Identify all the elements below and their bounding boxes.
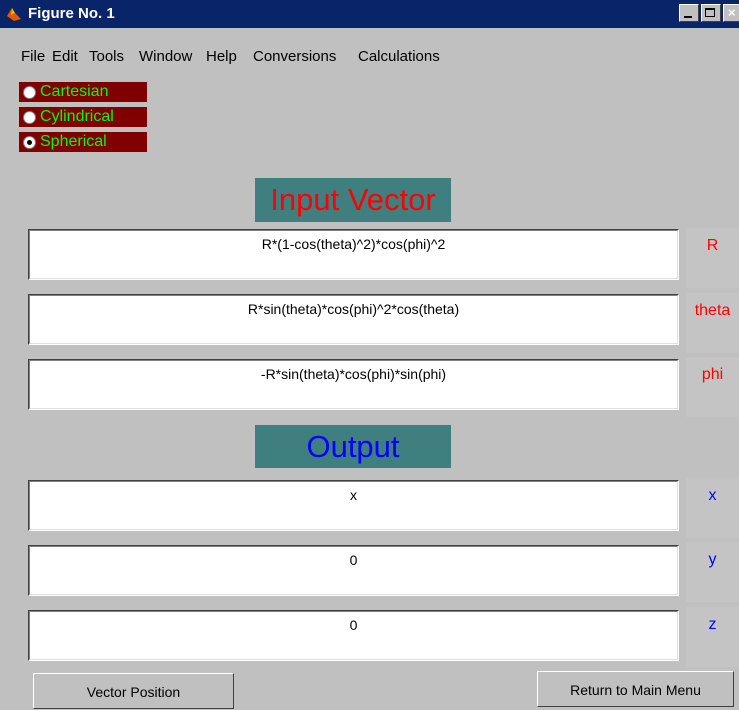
menu-help[interactable]: Help — [206, 48, 237, 65]
radio-spherical[interactable]: Spherical — [19, 132, 147, 152]
radio-button-selected-icon — [23, 135, 36, 149]
matlab-logo-icon — [7, 8, 21, 21]
label-r: R — [686, 228, 739, 288]
menu-bar: File Edit Tools Window Help Conversions … — [0, 44, 739, 68]
maximize-button[interactable] — [701, 4, 721, 22]
label-z: z — [686, 607, 739, 667]
output-field-y[interactable]: 0 — [28, 545, 679, 596]
menu-conversions[interactable]: Conversions — [253, 48, 336, 65]
input-vector-heading: Input Vector — [255, 178, 451, 222]
menu-tools[interactable]: Tools — [89, 48, 124, 65]
window-title: Figure No. 1 — [28, 5, 115, 22]
input-field-theta[interactable]: R*sin(theta)*cos(phi)^2*cos(theta) — [28, 294, 679, 345]
output-field-z[interactable]: 0 — [28, 610, 679, 661]
label-phi: phi — [686, 357, 739, 417]
close-button[interactable]: × — [723, 4, 739, 22]
label-y: y — [686, 542, 739, 602]
title-bar: Figure No. 1 × — [0, 0, 739, 28]
minimize-button[interactable] — [679, 4, 699, 22]
radio-cylindrical[interactable]: Cylindrical — [19, 107, 147, 127]
menu-edit[interactable]: Edit — [52, 48, 78, 65]
radio-cartesian[interactable]: Cartesian — [19, 82, 147, 102]
radio-button-icon — [23, 110, 36, 124]
radio-spherical-label: Spherical — [40, 133, 107, 150]
menu-file[interactable]: File — [21, 48, 45, 65]
output-field-x[interactable]: x — [28, 480, 679, 531]
input-field-r[interactable]: R*(1-cos(theta)^2)*cos(phi)^2 — [28, 229, 679, 280]
output-heading: Output — [255, 425, 451, 468]
radio-cartesian-label: Cartesian — [40, 83, 109, 100]
menu-window[interactable]: Window — [139, 48, 192, 65]
radio-button-icon — [23, 85, 36, 99]
close-icon: × — [728, 5, 736, 20]
label-theta: theta — [686, 293, 739, 353]
vector-position-button[interactable]: Vector Position — [33, 673, 234, 709]
radio-cylindrical-label: Cylindrical — [40, 108, 114, 125]
label-x: x — [686, 478, 739, 538]
menu-calculations[interactable]: Calculations — [358, 48, 440, 65]
return-to-main-menu-button[interactable]: Return to Main Menu — [537, 671, 734, 707]
input-field-phi[interactable]: -R*sin(theta)*cos(phi)*sin(phi) — [28, 359, 679, 410]
